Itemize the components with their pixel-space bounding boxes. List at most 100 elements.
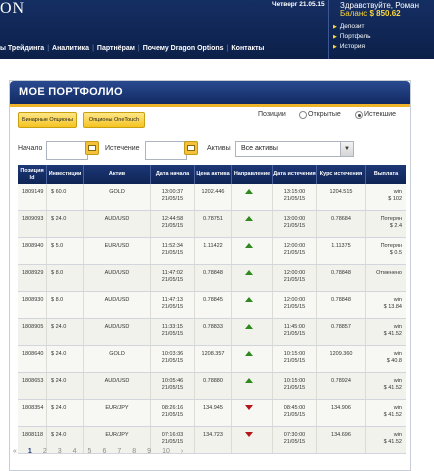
- asset-price: 0.78880: [203, 378, 223, 384]
- pagination-page[interactable]: 6: [102, 448, 106, 455]
- payout-amount: $ 41.52: [383, 331, 402, 337]
- table-row[interactable]: 1808929 $ 8.0 AUD/USD 11:47:02 21/05/15 0.788…: [18, 265, 406, 292]
- asset-price: 134.945: [203, 405, 223, 411]
- expiry-rate: 0.78848: [331, 297, 351, 303]
- cell-investment: $ 8.0: [47, 292, 84, 318]
- payout-status: win: [393, 405, 402, 411]
- deposit-link[interactable]: ▶ Депозит: [333, 22, 371, 32]
- expiry-date: 21/05/15: [283, 385, 306, 391]
- pagination-page[interactable]: 10: [162, 448, 170, 455]
- start-time: 12:44:58: [161, 216, 184, 222]
- start-date-input[interactable]: [46, 141, 88, 160]
- start-time: 10:05:46: [161, 378, 184, 384]
- account-links: ▶ Депозит ▶ Портфель ▶ История: [333, 22, 371, 52]
- nav-item-analytics[interactable]: Аналитика: [52, 45, 89, 52]
- cell-direction: [232, 373, 273, 399]
- table-row[interactable]: 1808940 $ 5.0 EUR/USD 11:52:34 21/05/15 1.114…: [18, 238, 406, 265]
- payout-amount: $ 13.84: [383, 304, 402, 310]
- calendar-icon[interactable]: [184, 141, 198, 155]
- cell-asset: GOLD: [84, 346, 151, 372]
- assets-select-value: Все активы: [241, 145, 278, 152]
- page-title: МОЕ ПОРТФОЛИО: [19, 86, 123, 98]
- history-link[interactable]: ▶ История: [333, 42, 371, 52]
- chevron-down-icon[interactable]: ▼: [340, 142, 353, 156]
- pagination-next[interactable]: ›: [181, 448, 183, 455]
- brand-logo-fragment[interactable]: ON: [0, 0, 25, 18]
- nav-separator: |: [226, 45, 229, 52]
- asset-name: AUD/USD: [104, 216, 130, 222]
- start-date: 21/05/15: [161, 223, 184, 229]
- expiry-date-input[interactable]: [145, 141, 187, 160]
- pagination-page[interactable]: 2: [43, 448, 47, 455]
- cell-payout: win $ 40.8: [366, 346, 406, 372]
- expiry-time: 12:00:00: [283, 270, 306, 276]
- portfolio-link[interactable]: ▶ Портфель: [333, 32, 371, 42]
- cell-position-id: 1808929: [18, 265, 47, 291]
- cell-direction: [232, 265, 273, 291]
- expiry-time: 10:15:00: [283, 378, 306, 384]
- cell-asset-price: 1202.446: [195, 184, 232, 210]
- expiry-filter-label: Истечение: [105, 145, 140, 152]
- radio-open[interactable]: [299, 111, 307, 119]
- cell-direction: [232, 184, 273, 210]
- asset-price: 0.78751: [203, 216, 223, 222]
- column-header-asset: Актив: [84, 165, 151, 184]
- cell-expiry-date: 11:45:00 21/05/15: [273, 319, 317, 345]
- asset-name: AUD/USD: [104, 297, 130, 303]
- asset-name: GOLD: [109, 351, 125, 357]
- nav-separator: |: [137, 45, 140, 52]
- binary-options-button[interactable]: Бинарные Опционы: [18, 112, 77, 128]
- assets-select[interactable]: Все активы ▼: [235, 141, 354, 157]
- positions-label: Позиции: [258, 111, 286, 118]
- pagination-page[interactable]: 4: [73, 448, 77, 455]
- cell-expiry-rate: 0.78848: [317, 265, 366, 291]
- onetouch-options-button[interactable]: Опционы OneTouch: [83, 112, 145, 128]
- arrow-up-icon: [245, 324, 253, 329]
- payout-status: Отменено: [376, 270, 402, 276]
- start-date: 21/05/15: [161, 385, 184, 391]
- pagination-page[interactable]: 1: [28, 448, 32, 455]
- start-date: 21/05/15: [161, 277, 184, 283]
- pagination-page[interactable]: 8: [132, 448, 136, 455]
- table-row[interactable]: 1808905 $ 24.0 AUD/USD 11:33:15 21/05/15 0.78…: [18, 319, 406, 346]
- calendar-icon[interactable]: [85, 141, 99, 155]
- column-header-expiry-rate: Курс истечения: [317, 165, 366, 184]
- cell-payout: win $ 102: [366, 184, 406, 210]
- cell-investment: $ 24.0: [47, 319, 84, 345]
- cell-payout: win $ 41.52: [366, 373, 406, 399]
- arrow-right-icon: ▶: [333, 24, 337, 30]
- cell-position-id: 1808354: [18, 400, 47, 426]
- column-header-investment: Инвестиции: [47, 165, 84, 184]
- pagination-prev[interactable]: «: [13, 448, 17, 455]
- arrow-up-icon: [245, 378, 253, 383]
- expiry-rate: 1204.515: [329, 189, 353, 195]
- pagination-page[interactable]: 3: [58, 448, 62, 455]
- nav-separator: |: [92, 45, 94, 52]
- table-row[interactable]: 1809093 $ 24.0 AUD/USD 12:44:58 21/05/15 0.78…: [18, 211, 406, 238]
- cell-asset-price: 134.723: [195, 427, 232, 453]
- table-row[interactable]: 1809149 $ 60.0 GOLD 13:00:37 21/05/15 1202.44…: [18, 184, 406, 211]
- table-row[interactable]: 1808930 $ 8.0 AUD/USD 11:47:13 21/05/15 0.788…: [18, 292, 406, 319]
- arrow-down-icon: [245, 405, 253, 410]
- cell-expiry-date: 07:30:00 21/05/15: [273, 427, 317, 453]
- expiry-time: 13:00:00: [283, 216, 306, 222]
- cell-expiry-date: 13:00:00 21/05/15: [273, 211, 317, 237]
- table-row[interactable]: 1808653 $ 24.0 AUD/USD 10:05:46 21/05/15 0.78…: [18, 373, 406, 400]
- nav-item-contacts[interactable]: Контакты: [231, 45, 264, 52]
- table-row[interactable]: 1808354 $ 24.0 EUR/JPY 08:26:16 21/05/15 134.…: [18, 400, 406, 427]
- cell-expiry-rate: 1.11375: [317, 238, 366, 264]
- nav-item-trading[interactable]: ы Трейдинга: [0, 45, 44, 52]
- assets-filter-label: Активы: [207, 145, 231, 152]
- pagination-page[interactable]: 7: [117, 448, 121, 455]
- table-row[interactable]: 1808640 $ 24.0 GOLD 10:03:36 21/05/15 1208.35…: [18, 346, 406, 373]
- radio-expired[interactable]: [355, 111, 363, 119]
- column-header-payout: Выплата: [373, 171, 399, 178]
- asset-price: 0.78848: [203, 270, 223, 276]
- cell-start-date: 11:52:34 21/05/15: [151, 238, 195, 264]
- radio-open-label: Открытые: [308, 111, 341, 118]
- pagination-page[interactable]: 9: [147, 448, 151, 455]
- expiry-date: 21/05/15: [283, 196, 306, 202]
- pagination-page[interactable]: 5: [88, 448, 92, 455]
- nav-item-why-dragon[interactable]: Почему Dragon Options: [143, 45, 224, 52]
- nav-item-partners[interactable]: Партнёрам: [97, 45, 135, 52]
